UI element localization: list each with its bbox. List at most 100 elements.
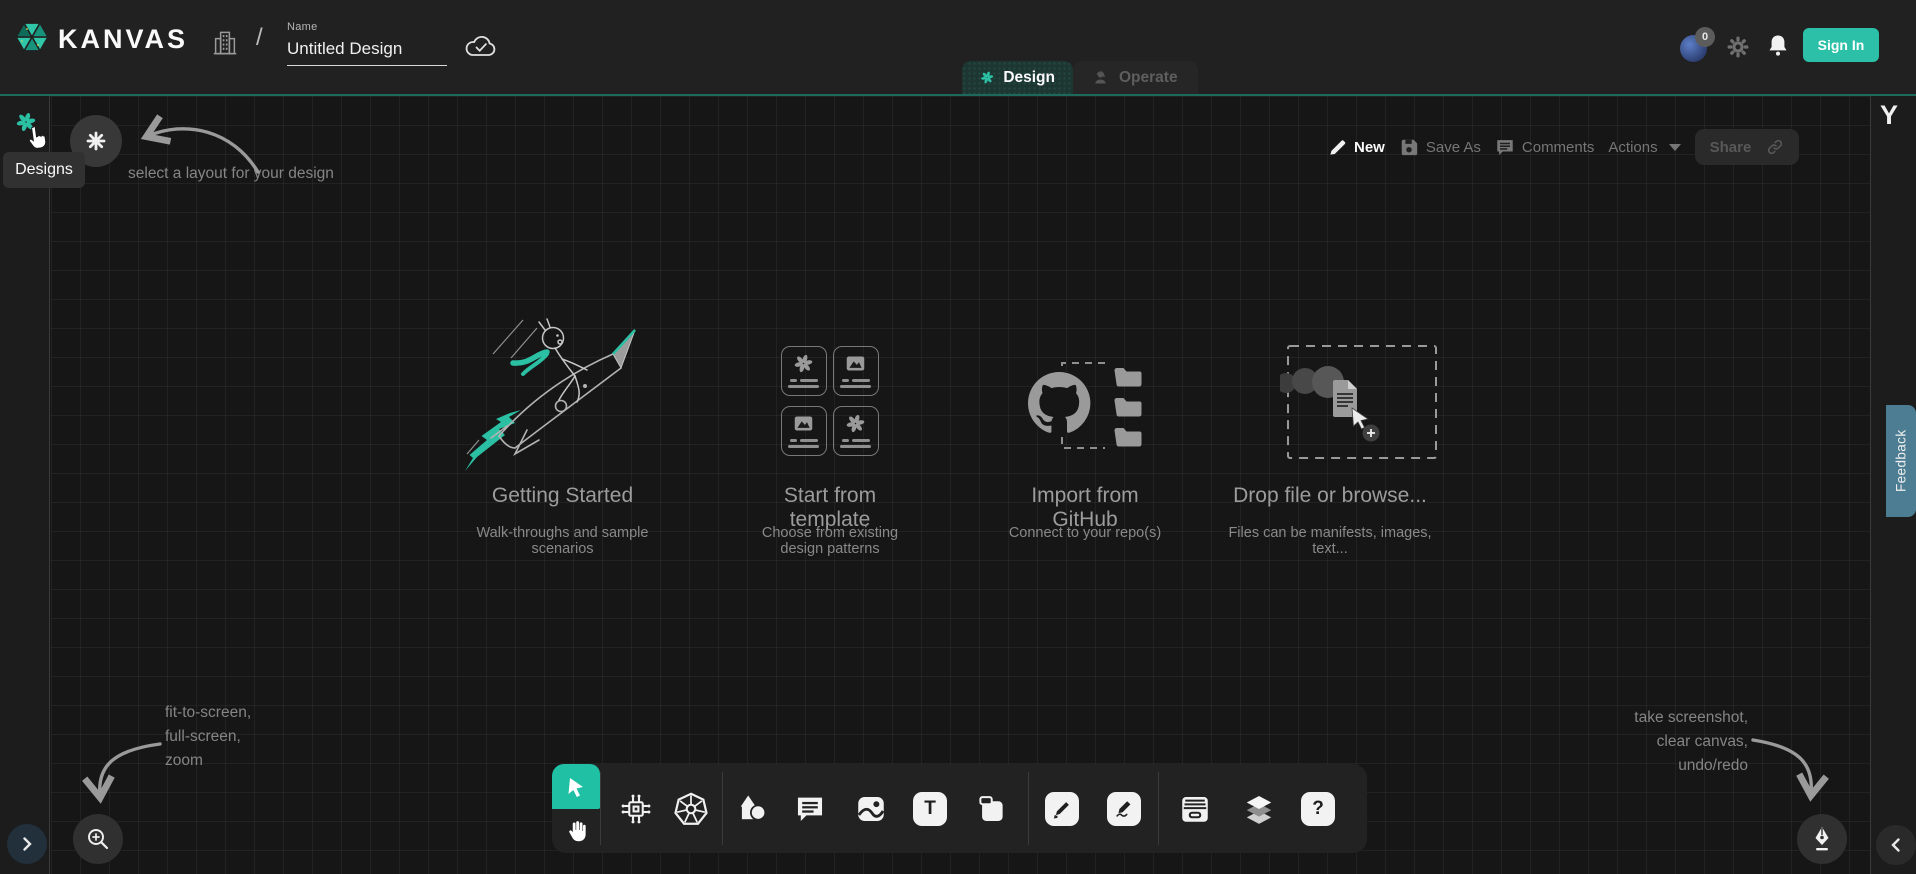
design-actions-bar: New Save As Comments Actions Share: [1328, 127, 1799, 167]
kubernetes-tool-button[interactable]: [671, 789, 711, 829]
media-image-icon: [854, 792, 888, 826]
comments-label: Comments: [1522, 139, 1595, 156]
pencil-new-icon: [1328, 138, 1347, 157]
card-title: Getting Started: [455, 484, 670, 508]
expand-left-panel-button[interactable]: [7, 824, 47, 864]
chevron-down-icon: [1669, 144, 1681, 151]
actions-dropdown[interactable]: Actions: [1608, 139, 1680, 156]
comment-tool-button[interactable]: [790, 789, 830, 829]
zoom-controls-button[interactable]: [73, 814, 123, 864]
pen-nib-icon: [1809, 825, 1835, 853]
save-as-button[interactable]: Save As: [1399, 137, 1481, 157]
card-title: Drop file or browse...: [1212, 484, 1448, 508]
note-card-icon: [975, 792, 1009, 826]
new-design-button[interactable]: New: [1328, 138, 1385, 157]
tab-operate-label: Operate: [1119, 69, 1178, 87]
card-subtitle: Choose from existing design patterns: [745, 525, 915, 557]
zoom-in-magnifier-icon: [85, 826, 111, 852]
kanvas-logo-icon[interactable]: [14, 19, 50, 55]
design-name-input[interactable]: [287, 39, 447, 66]
kubernetes-wheel-icon: [672, 790, 710, 828]
card-getting-started[interactable]: Getting Started Walk-throughs and sample…: [455, 312, 670, 545]
template-thumb: [781, 346, 827, 396]
feedback-tab[interactable]: Feedback: [1886, 405, 1916, 517]
dock-divider: [1158, 772, 1159, 845]
text-tool-glyph: T: [913, 792, 947, 826]
tab-design-label: Design: [1003, 69, 1055, 87]
layout-hint-text: select a layout for your design: [128, 162, 334, 186]
sign-in-button[interactable]: Sign In: [1803, 28, 1879, 62]
zoom-controls-hint: fit-to-screen, full-screen, zoom: [165, 701, 251, 773]
text-tool-button[interactable]: T: [910, 789, 950, 829]
circuit-chip-icon: [618, 791, 654, 827]
pan-tool-button[interactable]: [552, 809, 600, 853]
select-tool-button[interactable]: [552, 764, 600, 809]
layers-button[interactable]: [1239, 789, 1279, 829]
media-tool-button[interactable]: [851, 789, 891, 829]
save-as-label: Save As: [1426, 139, 1481, 156]
comments-button[interactable]: Comments: [1495, 137, 1595, 157]
designs-tooltip: Designs: [3, 152, 85, 188]
card-subtitle: Connect to your repo(s): [1000, 525, 1170, 541]
chevron-right-icon: [18, 835, 36, 853]
drawer-tool-button[interactable]: [1175, 789, 1215, 829]
design-canvas[interactable]: [51, 96, 1870, 874]
design-name-label: Name: [287, 21, 318, 33]
pen-tool-button[interactable]: [1042, 789, 1082, 829]
comments-icon: [1495, 137, 1515, 157]
left-sidebar: [0, 96, 50, 874]
chevron-left-icon: [1887, 836, 1905, 854]
save-floppy-icon: [1399, 137, 1419, 157]
notification-count-badge: 0: [1695, 27, 1715, 47]
collapse-right-panel-button[interactable]: [1876, 825, 1916, 865]
help-button[interactable]: ?: [1298, 789, 1338, 829]
share-button[interactable]: Share: [1695, 129, 1799, 165]
share-link-icon: [1766, 138, 1784, 156]
tab-design[interactable]: Design: [962, 61, 1073, 94]
github-import-illustration: [1025, 355, 1157, 455]
note-tool-button[interactable]: [972, 789, 1012, 829]
layout-asterisk-icon: [84, 129, 108, 153]
card-subtitle: Files can be manifests, images, text...: [1212, 525, 1448, 557]
tab-operate[interactable]: Operate: [1073, 61, 1198, 94]
drop-file-illustration: [1280, 340, 1450, 465]
folder-icon: [1115, 428, 1142, 447]
help-glyph: ?: [1301, 792, 1335, 826]
notifications-bell-icon[interactable]: [1766, 33, 1790, 59]
freehand-draw-button[interactable]: [1104, 789, 1144, 829]
new-label: New: [1354, 139, 1385, 156]
design-swirl-icon: [980, 69, 994, 86]
comment-bubble-icon: [793, 792, 827, 826]
dock-divider: [722, 772, 723, 845]
dock-divider: [1028, 772, 1029, 845]
pencil-scribble-icon: [1113, 798, 1135, 820]
card-drop-file-or-browse[interactable]: Drop file or browse... Files can be mani…: [1212, 312, 1448, 545]
actions-label: Actions: [1608, 139, 1657, 156]
tool-dock: T: [552, 764, 1367, 853]
kanvas-app: KANVAS / Name Design Operate 0: [0, 0, 1916, 874]
cursor-arrow-icon: [564, 775, 588, 799]
mode-tabs: Design Operate: [962, 61, 1198, 94]
components-tool-button[interactable]: [616, 789, 656, 829]
dock-divider: [600, 772, 601, 845]
folder-icon: [1115, 368, 1142, 387]
pen-path-icon: [1051, 798, 1073, 820]
settings-gear-icon[interactable]: [1727, 36, 1749, 58]
brand-wordmark: KANVAS: [58, 24, 188, 55]
hand-icon: [563, 818, 589, 844]
template-thumb: [833, 406, 879, 456]
rocket-doodle-illustration: [463, 314, 663, 479]
cloud-sync-icon[interactable]: [464, 34, 498, 60]
canvas-actions-hint: take screenshot, clear canvas, undo/redo: [1634, 706, 1748, 778]
organization-icon[interactable]: [210, 28, 240, 58]
canvas-actions-button[interactable]: [1797, 814, 1847, 864]
template-thumb: [781, 406, 827, 456]
card-start-from-template[interactable]: Start from template Choose from existing…: [745, 312, 915, 545]
card-import-from-github[interactable]: Import from GitHub Connect to your repo(…: [1000, 312, 1170, 545]
breadcrumb-separator: /: [256, 24, 263, 52]
y-logo[interactable]: Y: [1880, 100, 1898, 131]
drawer-archive-icon: [1177, 791, 1213, 827]
layers-icon: [1241, 791, 1277, 827]
swirl-icon: [845, 413, 866, 434]
shapes-tool-button[interactable]: [733, 789, 773, 829]
